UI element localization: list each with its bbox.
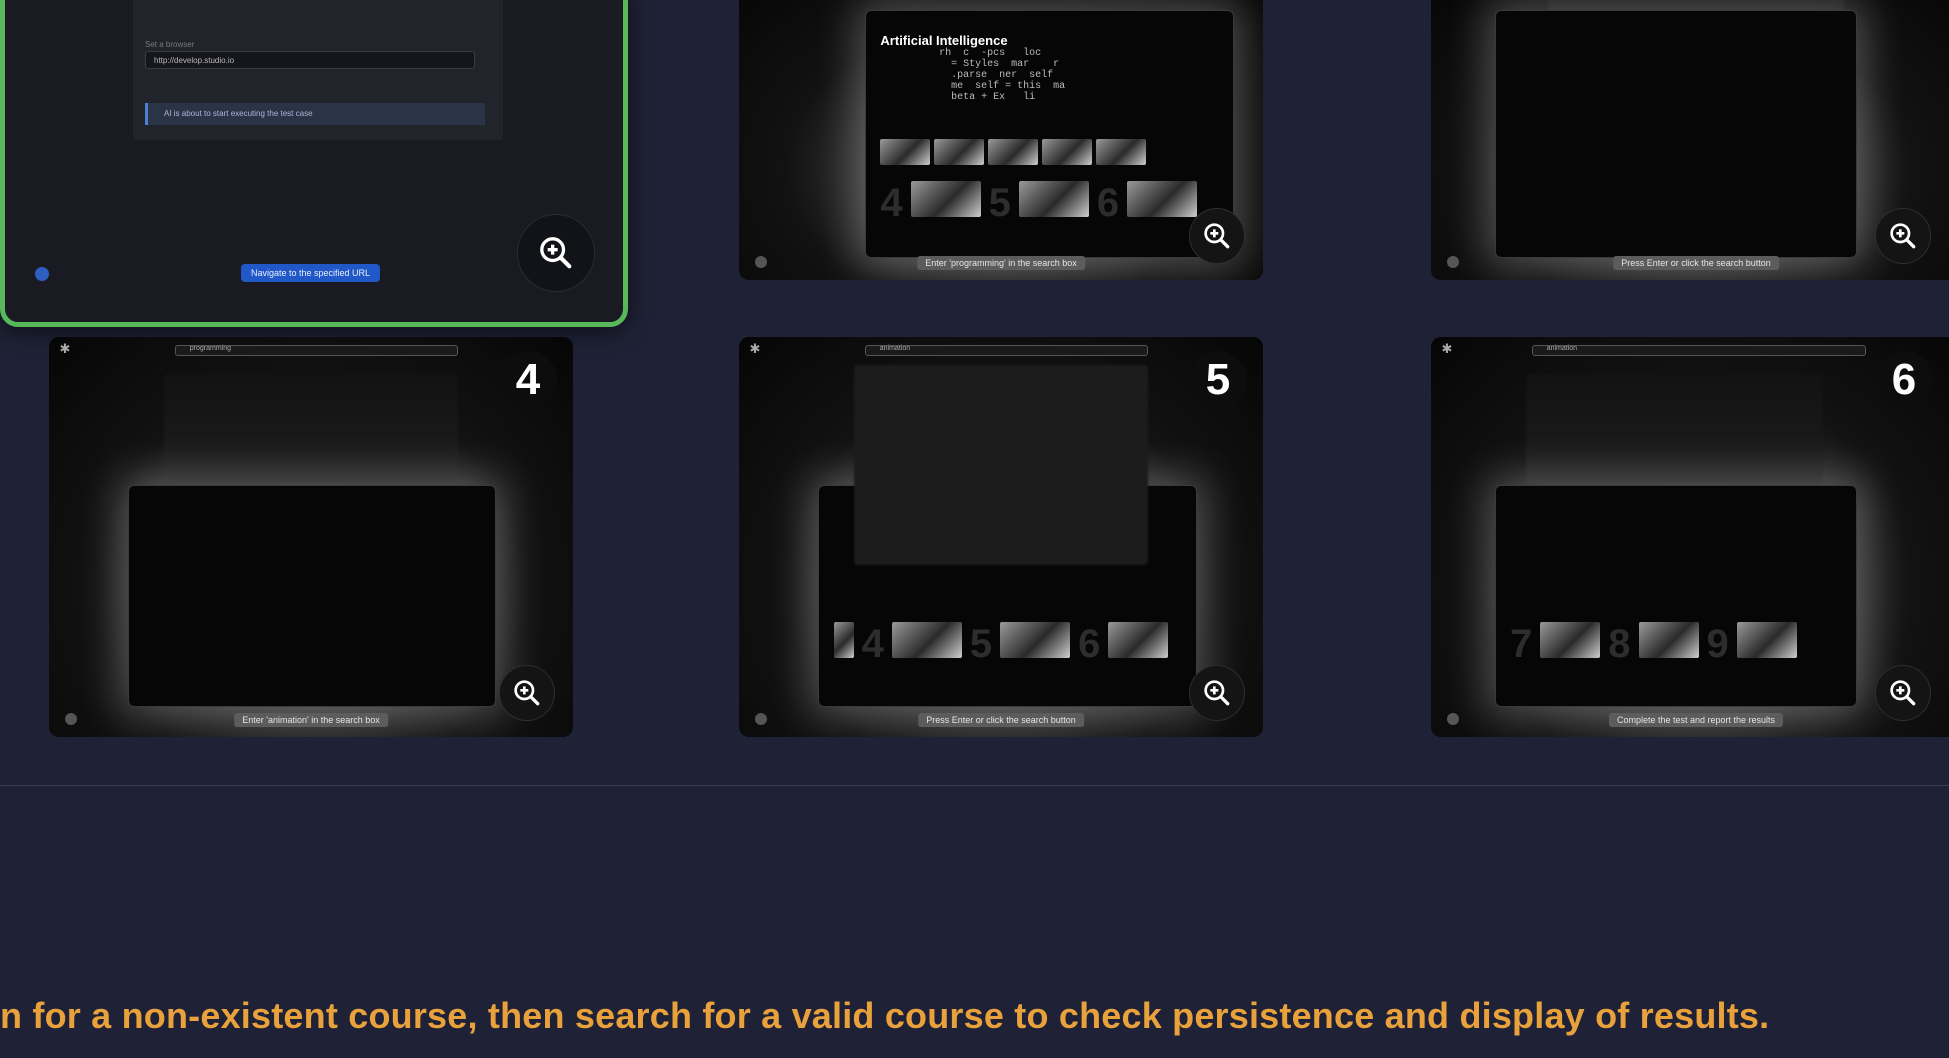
- code-overlay: rh c -pcs loc = Styles mar r .parse ner …: [939, 47, 1066, 103]
- step-card-3[interactable]: Press Enter or click the search button: [1431, 0, 1949, 280]
- step-card-5[interactable]: ✱ animation 456 5 Press Enter or click t…: [739, 337, 1263, 737]
- top-ranking-row: 456: [833, 622, 1169, 667]
- blurred-hero-banner: [164, 373, 458, 485]
- zoom-in-button[interactable]: [517, 214, 595, 292]
- url-input[interactable]: http://develop.studio.io: [145, 51, 475, 69]
- step-screenshot: [1494, 9, 1857, 259]
- step-card-6[interactable]: ✱ animation 789 6 Complete the test and …: [1431, 337, 1949, 737]
- settings-icon: [65, 713, 77, 725]
- step-screenshot: [127, 485, 497, 707]
- section-divider: [0, 785, 1949, 786]
- zoom-in-icon: [1204, 223, 1230, 249]
- step-number-badge: 5: [1189, 351, 1247, 409]
- settings-icon: [1447, 713, 1459, 725]
- search-bar-text: animation: [879, 345, 911, 352]
- course-thumbnails: [880, 138, 1147, 165]
- zoom-in-icon: [540, 237, 572, 269]
- search-bar: animation: [1531, 345, 1866, 356]
- zoom-in-button[interactable]: [1875, 208, 1931, 264]
- app-logo-icon: ✱: [749, 341, 761, 356]
- agent-avatar: [35, 267, 49, 281]
- step-screenshot: Artificial Intelligence rh c -pcs loc = …: [864, 9, 1234, 259]
- blurred-hero-banner: [1526, 373, 1824, 485]
- zoom-in-icon: [1890, 680, 1916, 706]
- zoom-in-icon: [1890, 223, 1916, 249]
- url-field-label: Set a browser: [145, 40, 195, 49]
- search-bar-text: programming: [189, 345, 231, 352]
- zoom-in-button[interactable]: [1189, 665, 1245, 721]
- settings-icon: [755, 713, 767, 725]
- top-ranking-row: 789: [1510, 622, 1797, 667]
- search-bar: programming: [174, 345, 458, 356]
- step-screenshot: 789: [1494, 485, 1857, 707]
- step-caption: Enter 'programming' in the search box: [917, 256, 1085, 270]
- step-card-4[interactable]: ✱ programming 4 Enter 'animation' in the…: [49, 337, 573, 737]
- zoom-in-button[interactable]: [1875, 665, 1931, 721]
- zoom-in-button[interactable]: [499, 665, 555, 721]
- step-card-2[interactable]: Artificial Intelligence rh c -pcs loc = …: [739, 0, 1263, 280]
- test-case-summary: n for a non-existent course, then search…: [0, 995, 1770, 1036]
- app-logo-icon: ✱: [59, 341, 71, 356]
- settings-icon: [755, 256, 767, 268]
- step-caption: Complete the test and report the results: [1608, 713, 1784, 727]
- step-number-badge: 6: [1875, 351, 1933, 409]
- step-caption: Press Enter or click the search button: [1613, 256, 1779, 270]
- zoom-in-icon: [514, 680, 540, 706]
- step-card-selected[interactable]: Set a browser http://develop.studio.io A…: [0, 0, 628, 327]
- page-heading: Artificial Intelligence: [880, 32, 1008, 48]
- search-bar: animation: [864, 345, 1148, 356]
- zoom-in-button[interactable]: [1189, 208, 1245, 264]
- settings-icon: [1447, 256, 1459, 268]
- selected-step-panel: Set a browser http://develop.studio.io A…: [133, 0, 503, 140]
- ai-status-message: AI is about to start executing the test …: [145, 103, 485, 125]
- step-number-badge: 4: [499, 351, 557, 409]
- search-suggestions-dropdown: [854, 365, 1148, 565]
- step-caption: Press Enter or click the search button: [918, 713, 1084, 727]
- navigate-url-button[interactable]: Navigate to the specified URL: [241, 264, 381, 282]
- app-logo-icon: ✱: [1441, 341, 1453, 356]
- search-bar-text: animation: [1546, 345, 1578, 352]
- step-caption: Enter 'animation' in the search box: [234, 713, 388, 727]
- zoom-in-icon: [1204, 680, 1230, 706]
- top-ranking-row: 456: [880, 180, 1198, 226]
